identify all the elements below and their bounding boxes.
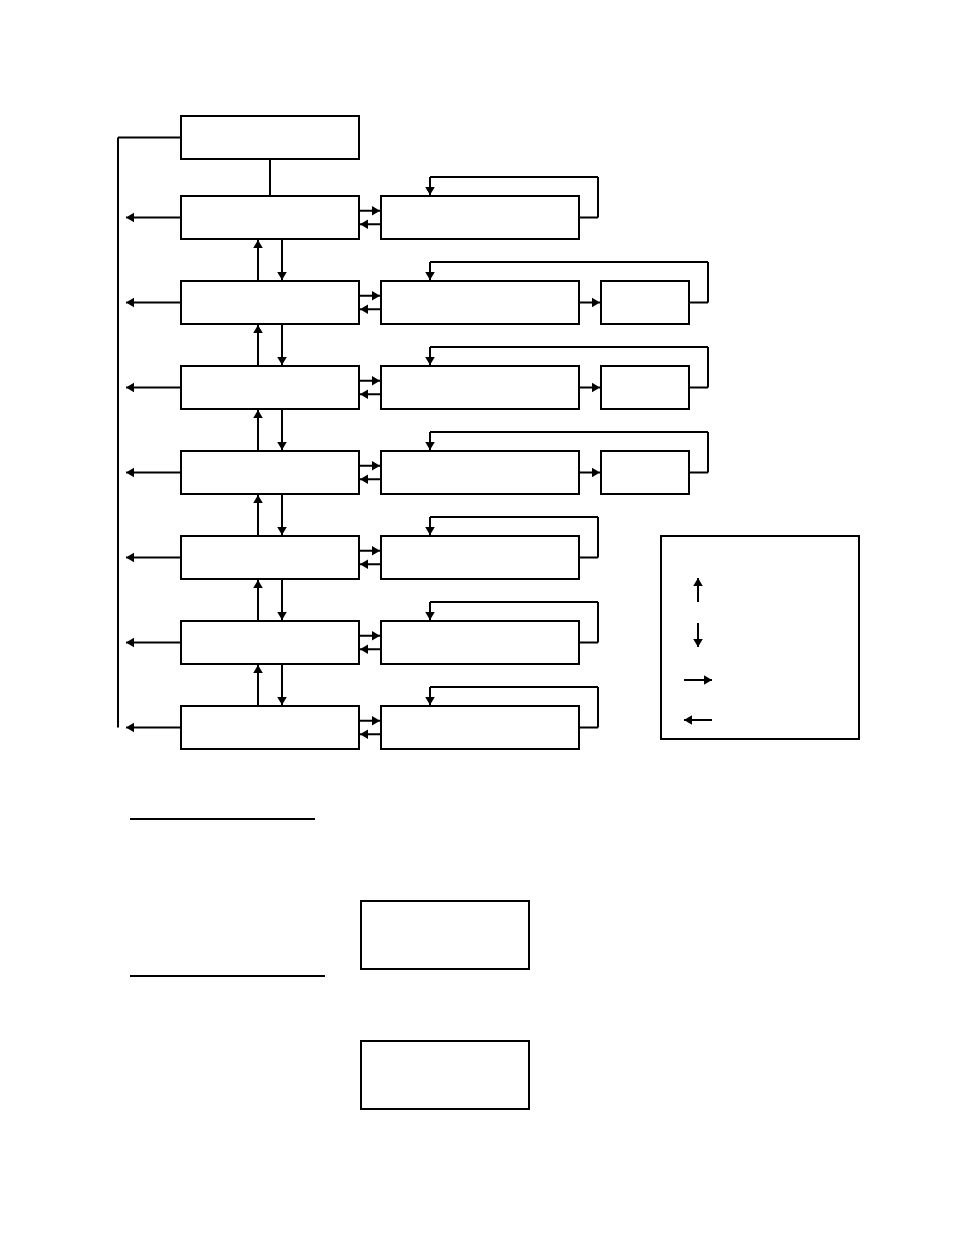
flow-row1-col1 <box>180 195 360 240</box>
flow-row2-col2 <box>380 280 580 325</box>
bottom-box-2 <box>360 1040 530 1110</box>
flow-row2-col1 <box>180 280 360 325</box>
flow-row1-col2 <box>380 195 580 240</box>
flow-top-box <box>180 115 360 160</box>
legend-box <box>660 535 860 740</box>
flow-row6-col2 <box>380 620 580 665</box>
flow-row7-col1 <box>180 705 360 750</box>
flow-row5-col2 <box>380 535 580 580</box>
flow-row4-col2 <box>380 450 580 495</box>
flow-row3-col2 <box>380 365 580 410</box>
flow-row7-col2 <box>380 705 580 750</box>
flow-row5-col1 <box>180 535 360 580</box>
underline-2 <box>130 975 325 977</box>
flow-row2-col3 <box>600 280 690 325</box>
flow-row6-col1 <box>180 620 360 665</box>
underline-1 <box>130 818 315 820</box>
page <box>0 0 954 1235</box>
flow-row3-col3 <box>600 365 690 410</box>
flow-row4-col3 <box>600 450 690 495</box>
bottom-box-1 <box>360 900 530 970</box>
flow-row4-col1 <box>180 450 360 495</box>
flow-row3-col1 <box>180 365 360 410</box>
